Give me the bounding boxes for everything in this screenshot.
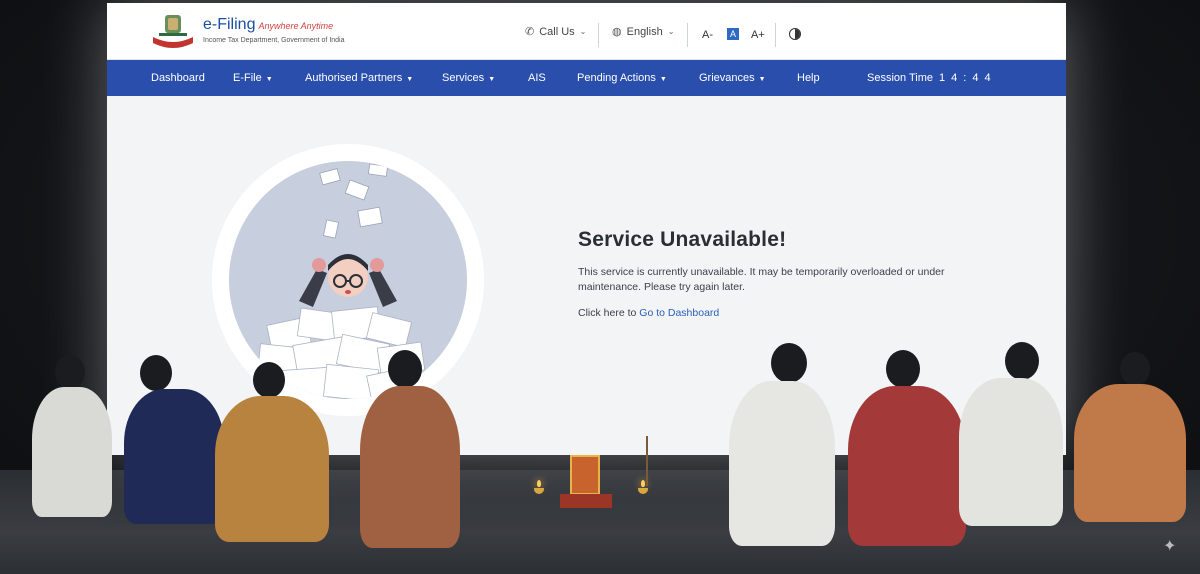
efiling-logo[interactable]: e-Filing Anywhere Anytime Income Tax Depa… — [151, 13, 345, 51]
worshipper — [955, 342, 1067, 528]
main-nav: Dashboard E-File ▼ Authorised Partners ▼ S… — [107, 60, 1066, 96]
chevron-down-icon: ⌄ — [667, 27, 675, 36]
font-normal-button[interactable]: A — [727, 28, 739, 40]
worshipper — [725, 343, 840, 548]
nav-efile[interactable]: E-File ▼ — [233, 60, 273, 96]
nav-pending-actions[interactable]: Pending Actions ▼ — [577, 60, 667, 96]
logo-title: e-Filing Anywhere Anytime — [203, 16, 334, 33]
chevron-down-icon: ⌄ — [579, 27, 587, 36]
worshipper — [205, 362, 335, 544]
nav-help[interactable]: Help — [797, 60, 820, 96]
go-to-dashboard-link[interactable]: Go to Dashboard — [639, 307, 719, 319]
top-header: e-Filing Anywhere Anytime Income Tax Depa… — [107, 3, 1066, 60]
sparkle-icon: ✦ — [1163, 538, 1177, 555]
call-us-label: Call Us — [539, 25, 575, 38]
logo-tagline: Anywhere Anytime — [258, 21, 334, 31]
worshipper — [350, 350, 465, 550]
logo-subtitle: Income Tax Department, Government of Ind… — [203, 37, 345, 44]
worshipper — [840, 350, 970, 548]
nav-authorised-partners[interactable]: Authorised Partners ▼ — [305, 60, 413, 96]
error-message: Service Unavailable! This service is cur… — [578, 228, 998, 319]
nav-dashboard[interactable]: Dashboard — [151, 60, 205, 96]
globe-icon: ◍ — [612, 26, 622, 38]
altar — [534, 436, 648, 520]
phone-icon: ✆ — [525, 26, 535, 38]
emblem-icon — [153, 15, 193, 48]
error-title: Service Unavailable! — [578, 228, 787, 251]
font-decrease-button[interactable]: A- — [702, 29, 713, 41]
contrast-icon[interactable] — [789, 28, 801, 40]
dashboard-link-row: Click here to Go to Dashboard — [578, 307, 998, 319]
session-timer: Session Time 14:44 — [867, 60, 997, 96]
nav-grievances[interactable]: Grievances ▼ — [699, 60, 766, 96]
divider — [775, 23, 776, 47]
language-dropdown[interactable]: ◍ English ⌄ — [612, 3, 674, 60]
session-value: 14:44 — [939, 72, 997, 84]
chevron-down-icon: ▼ — [265, 76, 273, 83]
divider — [687, 23, 688, 47]
font-increase-button[interactable]: A+ — [751, 29, 765, 41]
chevron-down-icon: ▼ — [758, 76, 766, 83]
error-description: This service is currently unavailable. I… — [578, 266, 945, 293]
call-us-dropdown[interactable]: ✆ Call Us ⌄ — [525, 3, 586, 60]
altar-platform — [560, 494, 612, 508]
diya-icon — [534, 488, 544, 494]
nav-services[interactable]: Services ▼ — [442, 60, 495, 96]
worshipper — [1068, 352, 1190, 524]
divider — [598, 23, 599, 47]
chevron-down-icon: ▼ — [488, 76, 496, 83]
link-prefix: Click here to — [578, 307, 637, 319]
nav-ais[interactable]: AIS — [528, 60, 546, 96]
language-label: English — [626, 25, 663, 38]
session-label: Session Time — [867, 72, 934, 84]
deity-frame — [570, 455, 600, 495]
flame-icon — [537, 480, 541, 487]
chevron-down-icon: ▼ — [406, 76, 414, 83]
flame-icon — [641, 480, 645, 487]
incense-stick — [646, 436, 648, 486]
chevron-down-icon: ▼ — [659, 76, 667, 83]
